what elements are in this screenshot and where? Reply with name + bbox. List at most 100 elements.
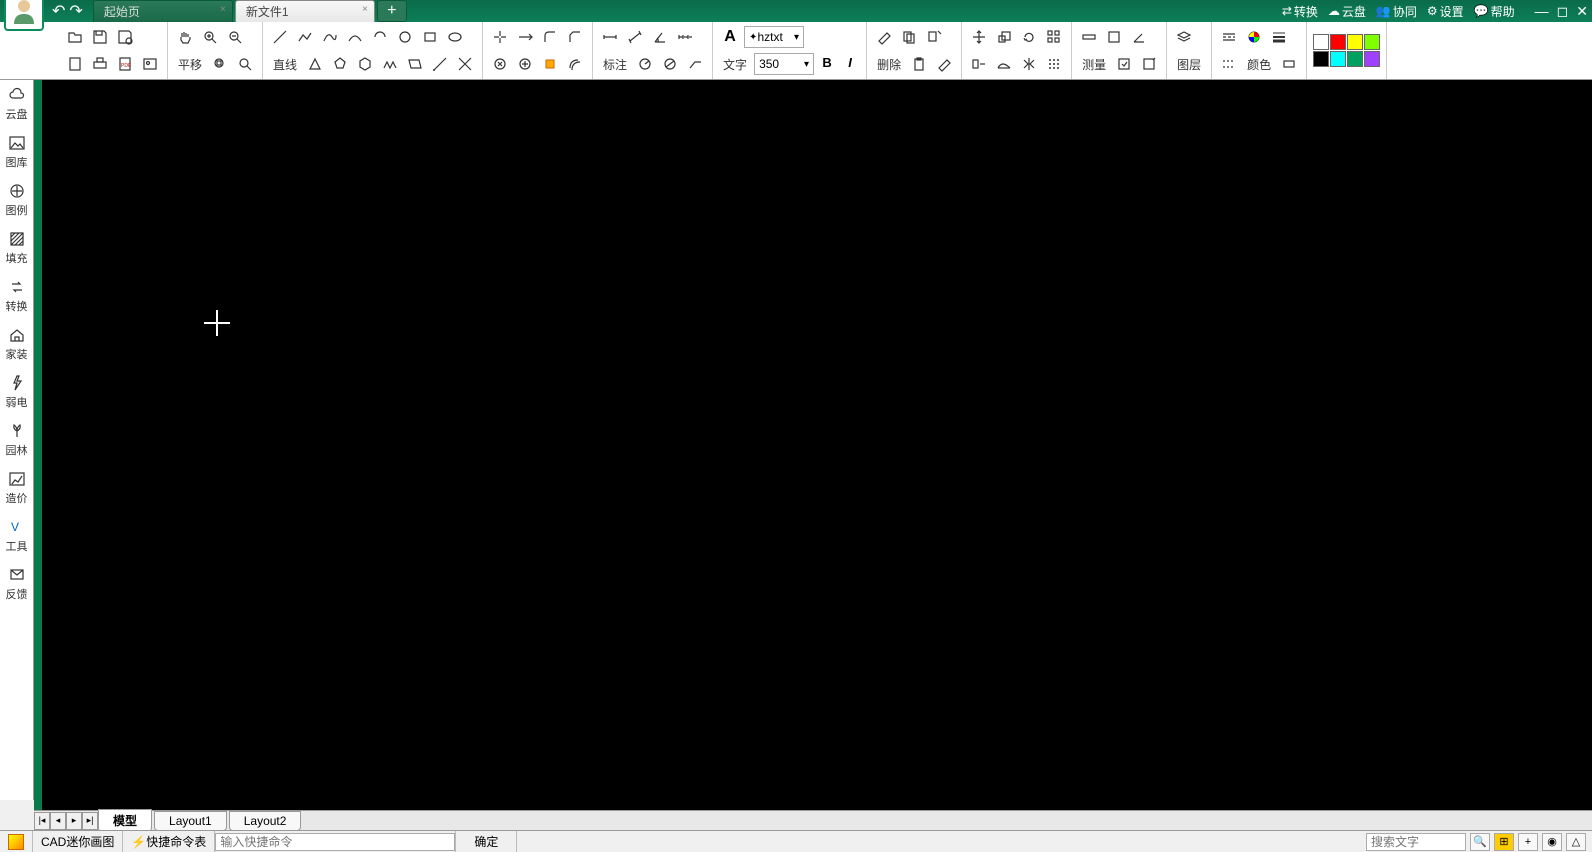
tab-first-button[interactable]: |◂ — [34, 812, 50, 830]
move-button[interactable] — [968, 26, 990, 48]
polyline-button[interactable] — [294, 26, 316, 48]
ortho-toggle[interactable]: ⊞ — [1494, 833, 1514, 851]
fillet-button[interactable] — [539, 26, 561, 48]
mirror-button[interactable] — [1018, 53, 1040, 75]
print-button[interactable] — [89, 53, 111, 75]
search-button[interactable]: 🔍 — [1470, 833, 1490, 851]
color-red[interactable] — [1330, 34, 1346, 50]
chamfer-button[interactable] — [564, 26, 586, 48]
extend-button[interactable] — [514, 26, 536, 48]
sidebar-hatch[interactable]: 填充 — [0, 224, 33, 272]
color-wheel-button[interactable] — [1243, 26, 1265, 48]
undo-button[interactable]: ↶ — [52, 1, 65, 21]
sidebar-legend[interactable]: 图例 — [0, 176, 33, 224]
break-button[interactable] — [489, 53, 511, 75]
linetype2-button[interactable] — [1218, 53, 1240, 75]
menu-settings[interactable]: ⚙ 设置 — [1427, 3, 1464, 20]
measure-in-button[interactable] — [1113, 53, 1135, 75]
tab-add-button[interactable]: + — [377, 0, 407, 22]
sidebar-feedback[interactable]: 反馈 — [0, 560, 33, 608]
dim-linear-button[interactable] — [599, 26, 621, 48]
tab-new-file[interactable]: 新文件1 × — [235, 0, 375, 22]
color-purple[interactable] — [1364, 51, 1380, 67]
match-prop-button[interactable] — [1278, 53, 1300, 75]
triangle-button[interactable] — [304, 53, 326, 75]
ellipse-button[interactable] — [444, 26, 466, 48]
measure-angle-button[interactable] — [1128, 26, 1150, 48]
save-button[interactable] — [89, 26, 111, 48]
close-icon[interactable]: × — [362, 4, 368, 15]
confirm-button[interactable]: 确定 — [455, 831, 517, 852]
zoom-extent-button[interactable] — [209, 53, 231, 75]
export-img-button[interactable] — [139, 53, 161, 75]
align-button[interactable] — [968, 53, 990, 75]
color-lime[interactable] — [1364, 34, 1380, 50]
sidebar-home[interactable]: 家装 — [0, 320, 33, 368]
ray-button[interactable] — [429, 53, 451, 75]
snap-toggle[interactable]: + — [1518, 833, 1538, 851]
layer-manager-button[interactable] — [1173, 26, 1195, 48]
tab-start-page[interactable]: 起始页 × — [93, 0, 233, 22]
menu-convert[interactable]: ⇄ 转换 — [1282, 3, 1318, 20]
new-button[interactable] — [64, 53, 86, 75]
rotate-button[interactable] — [1018, 26, 1040, 48]
sidebar-cloud[interactable]: 云盘 — [0, 80, 33, 128]
shortcut-button[interactable]: ⚡ 快捷命令表 — [123, 831, 215, 852]
polygon-button[interactable] — [354, 53, 376, 75]
grid-array-button[interactable] — [1043, 53, 1065, 75]
dim-angular-button[interactable] — [649, 26, 671, 48]
linetype-button[interactable] — [1218, 26, 1240, 48]
zoom-out-button[interactable] — [224, 26, 246, 48]
sidebar-cost[interactable]: 造价 — [0, 464, 33, 512]
tab-next-button[interactable]: ▸ — [66, 812, 82, 830]
erase-button[interactable] — [873, 26, 895, 48]
font-size-select[interactable]: 350 — [754, 53, 814, 75]
export-pdf-button[interactable]: PDF — [114, 53, 136, 75]
menu-collab[interactable]: 👥 协同 — [1376, 3, 1417, 20]
color-cyan[interactable] — [1330, 51, 1346, 67]
explode-button[interactable] — [539, 53, 561, 75]
sidebar-garden[interactable]: 园林 — [0, 416, 33, 464]
measure-area-button[interactable] — [1103, 26, 1125, 48]
dim-radius-button[interactable] — [634, 53, 656, 75]
layout-tab-model[interactable]: 模型 — [98, 809, 152, 832]
pentagon-button[interactable] — [329, 53, 351, 75]
paste-button[interactable] — [908, 53, 930, 75]
hand-button[interactable] — [174, 26, 196, 48]
sidebar-elec[interactable]: 弱电 — [0, 368, 33, 416]
close-button[interactable]: ✕ — [1576, 3, 1588, 20]
search-input[interactable] — [1366, 833, 1466, 851]
dim-aligned-button[interactable] — [624, 26, 646, 48]
font-select[interactable]: ✦ hztxt — [744, 26, 804, 48]
redo-button[interactable]: ↷ — [69, 1, 82, 21]
command-input[interactable] — [215, 833, 455, 851]
menu-help[interactable]: 💬 帮助 — [1474, 3, 1515, 20]
drawing-canvas[interactable] — [34, 80, 1592, 810]
measure-out-button[interactable] — [1138, 53, 1160, 75]
color-white[interactable] — [1313, 34, 1329, 50]
maximize-button[interactable]: ◻ — [1557, 3, 1569, 20]
xline-button[interactable] — [454, 53, 476, 75]
open-button[interactable] — [64, 26, 86, 48]
sidebar-gallery[interactable]: 图库 — [0, 128, 33, 176]
save-as-button[interactable] — [114, 26, 136, 48]
zoom-window-button[interactable] — [234, 53, 256, 75]
circle-button[interactable] — [394, 26, 416, 48]
italic-button[interactable]: I — [840, 54, 860, 74]
grid-toggle[interactable]: ◉ — [1542, 833, 1562, 851]
arc2-button[interactable] — [369, 26, 391, 48]
arc-button[interactable] — [344, 26, 366, 48]
line-button[interactable] — [269, 26, 291, 48]
parallelogram-button[interactable] — [404, 53, 426, 75]
sidebar-convert[interactable]: 转换 — [0, 272, 33, 320]
dim-diameter-button[interactable] — [659, 53, 681, 75]
spline-button[interactable] — [319, 26, 341, 48]
color-yellow[interactable] — [1347, 34, 1363, 50]
lineweight-button[interactable] — [1268, 26, 1290, 48]
purge-button[interactable] — [933, 53, 955, 75]
scale-button[interactable] — [993, 26, 1015, 48]
zigzag-button[interactable] — [379, 53, 401, 75]
close-icon[interactable]: × — [220, 4, 226, 15]
tab-last-button[interactable]: ▸| — [82, 812, 98, 830]
dim-continue-button[interactable] — [674, 26, 696, 48]
